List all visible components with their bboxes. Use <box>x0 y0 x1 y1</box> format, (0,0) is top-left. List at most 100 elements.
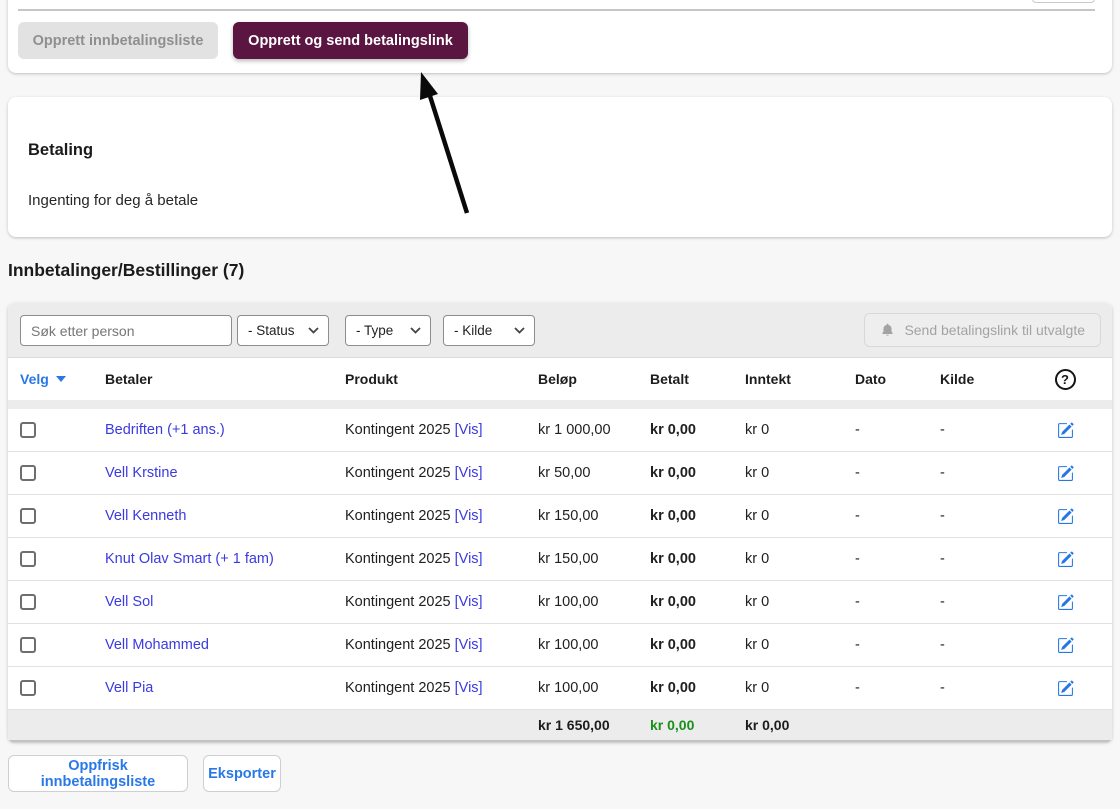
betaling-card: Betaling Ingenting for deg å betale <box>8 97 1112 237</box>
income-cell: kr 0 <box>745 637 770 653</box>
filter-bar: - Status - Type - Kilde Send betalingsli… <box>8 303 1112 358</box>
edit-icon[interactable] <box>1057 551 1074 568</box>
edit-icon[interactable] <box>1057 594 1074 611</box>
vis-link[interactable]: [Vis] <box>455 594 483 610</box>
date-cell: - <box>855 508 860 524</box>
table-row: Vell Kenneth Kontingent 2025 [Vis] kr 150… <box>8 495 1112 538</box>
edit-icon[interactable] <box>1057 422 1074 439</box>
payer-link[interactable]: Knut Olav Smart (+ 1 fam) <box>105 551 274 567</box>
type-filter-value: - Type <box>356 323 394 338</box>
source-filter-select[interactable]: - Kilde <box>443 315 535 346</box>
paid-cell: kr 0,00 <box>650 594 696 610</box>
product-name: Kontingent 2025 <box>345 508 451 524</box>
question-mark-icon[interactable]: ? <box>1054 368 1076 390</box>
amount-cell: kr 1 000,00 <box>538 422 611 438</box>
amount-cell: kr 100,00 <box>538 637 599 653</box>
product-name: Kontingent 2025 <box>345 422 451 438</box>
payer-link[interactable]: Vell Pia <box>105 680 153 696</box>
payments-section-title: Innbetalinger/Bestillinger (7) <box>8 260 245 280</box>
caret-down-icon <box>55 376 66 382</box>
send-paymentlink-selected-button[interactable]: Send betalingslink til utvalgte <box>864 313 1101 347</box>
payments-table-card: - Status - Type - Kilde Send betalingsli… <box>8 303 1112 742</box>
total-amount: kr 1 650,00 <box>538 717 610 733</box>
paid-cell: kr 0,00 <box>650 680 696 696</box>
betaling-empty-message: Ingenting for deg å betale <box>28 192 199 209</box>
source-cell: - <box>940 680 945 696</box>
payer-link[interactable]: Bedriften (+1 ans.) <box>105 422 225 438</box>
header-kilde: Kilde <box>940 371 975 387</box>
product-name: Kontingent 2025 <box>345 465 451 481</box>
send-paymentlink-label: Send betalingslink til utvalgte <box>904 322 1085 338</box>
vis-link[interactable]: [Vis] <box>455 680 483 696</box>
paid-cell: kr 0,00 <box>650 465 696 481</box>
betaling-title: Betaling <box>28 141 94 159</box>
date-cell: - <box>855 594 860 610</box>
divider <box>18 9 1095 11</box>
amount-cell: kr 50,00 <box>538 465 591 481</box>
vis-link[interactable]: [Vis] <box>455 551 483 567</box>
source-cell: - <box>940 551 945 567</box>
product-name: Kontingent 2025 <box>345 680 451 696</box>
row-checkbox[interactable] <box>20 551 36 567</box>
refresh-payment-list-button[interactable]: Oppfrisk innbetalingsliste <box>8 755 188 792</box>
amount-cell: kr 100,00 <box>538 594 599 610</box>
status-filter-select[interactable]: - Status <box>237 315 329 346</box>
row-checkbox[interactable] <box>20 594 36 610</box>
table-header-row: Velg Betaler Produkt Beløp Betalt Inntek… <box>8 358 1112 400</box>
payer-link[interactable]: Vell Krstine <box>105 465 178 481</box>
status-filter-value: - Status <box>248 323 295 338</box>
source-cell: - <box>940 637 945 653</box>
paid-cell: kr 0,00 <box>650 551 696 567</box>
row-checkbox[interactable] <box>20 422 36 438</box>
product-name: Kontingent 2025 <box>345 637 451 653</box>
vis-link[interactable]: [Vis] <box>455 465 483 481</box>
payer-link[interactable]: Vell Mohammed <box>105 637 209 653</box>
type-filter-select[interactable]: - Type <box>345 315 431 346</box>
table-body: Bedriften (+1 ans.) Kontingent 2025 [Vis]… <box>8 409 1112 710</box>
paid-cell: kr 0,00 <box>650 422 696 438</box>
chevron-down-icon <box>410 327 421 334</box>
create-send-paymentlink-button[interactable]: Opprett og send betalingslink <box>233 22 468 59</box>
header-produkt: Produkt <box>345 371 398 387</box>
create-payment-list-button[interactable]: Opprett innbetalingsliste <box>18 22 218 59</box>
product-name: Kontingent 2025 <box>345 551 451 567</box>
paid-cell: kr 0,00 <box>650 637 696 653</box>
header-inntekt: Inntekt <box>745 371 791 387</box>
table-row: Bedriften (+1 ans.) Kontingent 2025 [Vis]… <box>8 409 1112 452</box>
edit-icon[interactable] <box>1057 465 1074 482</box>
paid-cell: kr 0,00 <box>650 508 696 524</box>
table-row: Vell Mohammed Kontingent 2025 [Vis] kr 10… <box>8 624 1112 667</box>
header-belop: Beløp <box>538 371 577 387</box>
row-checkbox[interactable] <box>20 680 36 696</box>
income-cell: kr 0 <box>745 594 770 610</box>
payer-link[interactable]: Vell Sol <box>105 594 153 610</box>
amount-cell: kr 150,00 <box>538 508 599 524</box>
edit-icon[interactable] <box>1057 680 1074 697</box>
row-checkbox[interactable] <box>20 637 36 653</box>
header-separator <box>8 400 1112 409</box>
edit-icon[interactable] <box>1057 508 1074 525</box>
top-actions-card: Opprett innbetalingsliste Opprett og sen… <box>8 0 1112 73</box>
table-row: Knut Olav Smart (+ 1 fam) Kontingent 202… <box>8 538 1112 581</box>
date-cell: - <box>855 465 860 481</box>
vis-link[interactable]: [Vis] <box>455 422 483 438</box>
header-dato: Dato <box>855 371 887 387</box>
chevron-down-icon <box>308 327 319 334</box>
table-row: Vell Sol Kontingent 2025 [Vis] kr 100,00 … <box>8 581 1112 624</box>
totals-row: kr 1 650,00 kr 0,00 kr 0,00 <box>8 710 1112 740</box>
edit-icon[interactable] <box>1057 637 1074 654</box>
select-all-header[interactable]: Velg <box>8 371 105 387</box>
total-paid: kr 0,00 <box>650 717 695 733</box>
date-cell: - <box>855 680 860 696</box>
row-checkbox[interactable] <box>20 465 36 481</box>
vis-link[interactable]: [Vis] <box>455 637 483 653</box>
date-cell: - <box>855 551 860 567</box>
table-row: Vell Krstine Kontingent 2025 [Vis] kr 50,… <box>8 452 1112 495</box>
source-filter-value: - Kilde <box>454 323 493 338</box>
row-checkbox[interactable] <box>20 508 36 524</box>
payer-link[interactable]: Vell Kenneth <box>105 508 186 524</box>
search-input[interactable] <box>20 315 232 346</box>
export-button[interactable]: Eksporter <box>203 755 281 792</box>
vis-link[interactable]: [Vis] <box>455 508 483 524</box>
product-name: Kontingent 2025 <box>345 594 451 610</box>
